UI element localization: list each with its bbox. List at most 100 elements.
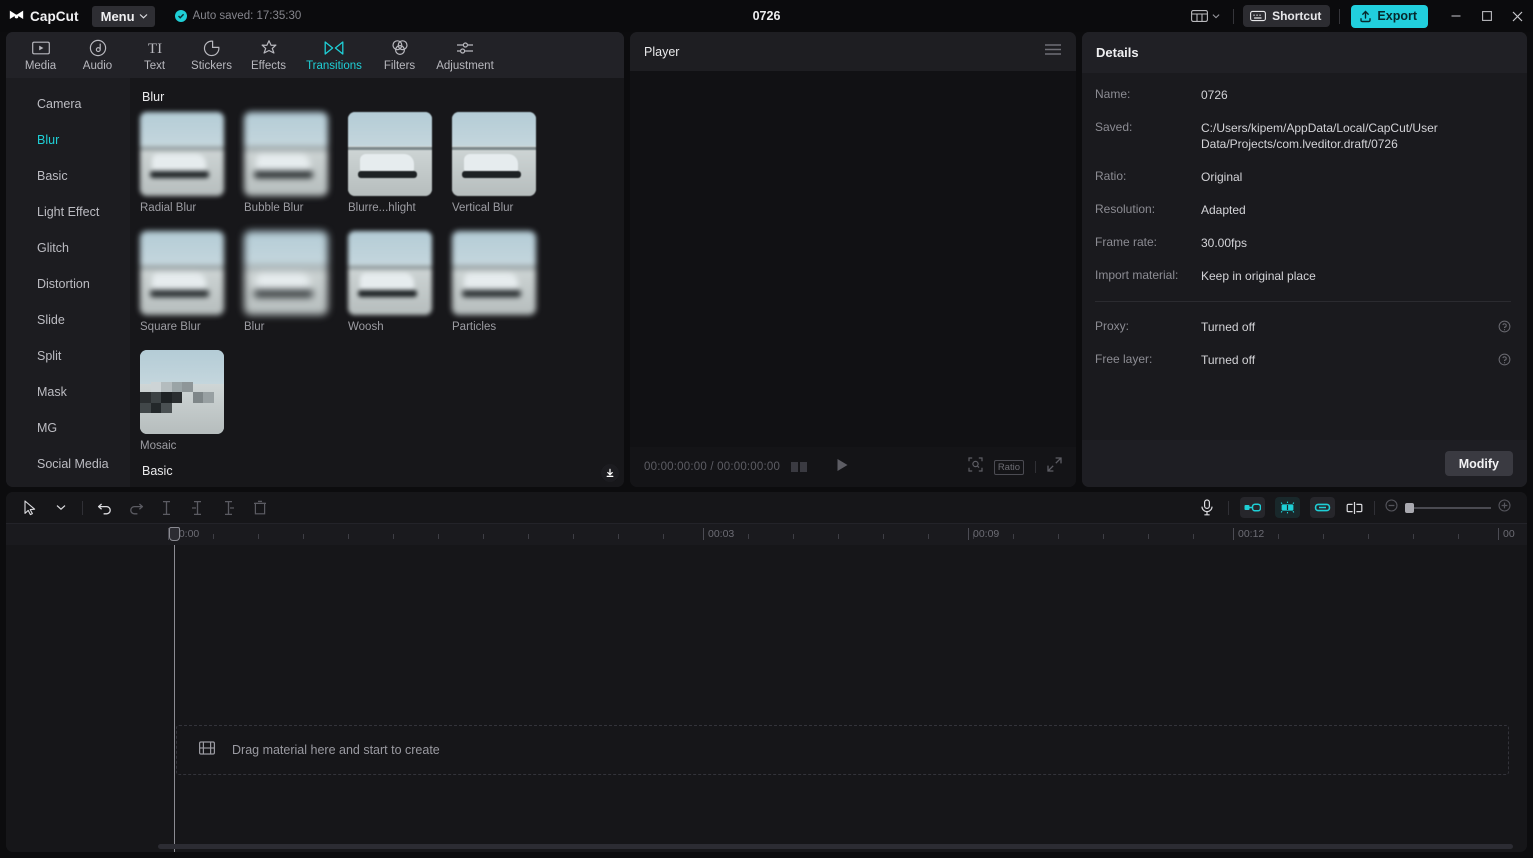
- shortcut-label: Shortcut: [1272, 9, 1321, 23]
- export-button[interactable]: Export: [1351, 5, 1428, 28]
- category-camera[interactable]: Camera: [6, 86, 130, 122]
- transition-item[interactable]: Square Blur: [140, 231, 224, 333]
- timeline-scrollbar-thumb[interactable]: [158, 844, 1513, 849]
- split-clip-button[interactable]: [1340, 492, 1368, 523]
- timeline-tracks[interactable]: Drag material here and start to create: [6, 545, 1527, 852]
- microphone-button[interactable]: [1191, 492, 1222, 523]
- auto-caption-button[interactable]: [1275, 497, 1300, 518]
- player-menu-icon[interactable]: [1044, 43, 1062, 61]
- layout-button[interactable]: [1187, 9, 1224, 23]
- undo-button[interactable]: [89, 492, 120, 523]
- link-clips-button[interactable]: [1310, 497, 1335, 518]
- delete-button[interactable]: [244, 492, 275, 523]
- shortcut-button[interactable]: Shortcut: [1243, 5, 1330, 27]
- category-social-media[interactable]: Social Media: [6, 446, 130, 482]
- category-label: Glitch: [37, 241, 69, 255]
- tab-audio[interactable]: Audio: [69, 32, 126, 72]
- category-slide[interactable]: Slide: [6, 302, 130, 338]
- split-button[interactable]: [151, 492, 182, 523]
- transition-thumbnail[interactable]: [140, 350, 224, 434]
- tab-label: Effects: [251, 60, 286, 72]
- transition-item[interactable]: Woosh: [348, 231, 432, 333]
- ratio-button[interactable]: Ratio: [994, 460, 1024, 475]
- transition-thumbnail[interactable]: [244, 231, 328, 315]
- frames-icon[interactable]: [791, 462, 808, 472]
- layout-icon: [1191, 9, 1208, 23]
- transition-item[interactable]: Mosaic: [140, 350, 224, 452]
- trim-left-button[interactable]: [182, 492, 213, 523]
- category-label: MG: [37, 421, 57, 435]
- zoom-slider[interactable]: [1385, 499, 1511, 517]
- tab-filters[interactable]: Filters: [371, 32, 428, 72]
- transition-thumbnail[interactable]: [140, 231, 224, 315]
- tab-transitions[interactable]: Transitions: [297, 32, 371, 72]
- transition-label: Woosh: [348, 321, 432, 333]
- category-label: Basic: [37, 169, 68, 183]
- category-distortion[interactable]: Distortion: [6, 266, 130, 302]
- zoom-in-icon[interactable]: [1498, 499, 1511, 517]
- select-tool-dropdown[interactable]: [45, 492, 76, 523]
- timeline-scrollbar[interactable]: [158, 844, 1513, 849]
- track-header-area: [6, 545, 126, 852]
- trim-right-button[interactable]: [213, 492, 244, 523]
- transition-thumbnail[interactable]: [348, 112, 432, 196]
- drop-zone[interactable]: Drag material here and start to create: [176, 725, 1509, 775]
- tab-effects[interactable]: Effects: [240, 32, 297, 72]
- player-panel: Player 00:00:00:00 / 00:00:00:00 Ratio: [630, 32, 1076, 487]
- transition-label: Mosaic: [140, 440, 224, 452]
- ruler-label: 00:03: [708, 528, 734, 540]
- transition-item[interactable]: Vertical Blur: [452, 112, 536, 214]
- download-icon[interactable]: [601, 464, 619, 482]
- minimize-button[interactable]: [1440, 0, 1471, 32]
- close-button[interactable]: [1502, 0, 1533, 32]
- category-blur[interactable]: Blur: [6, 122, 130, 158]
- timeline-panel: 00:00 00:03 00:09 00:12 00 00:06: [6, 492, 1527, 852]
- transition-thumbnail[interactable]: [452, 231, 536, 315]
- transition-thumbnail[interactable]: [140, 112, 224, 196]
- transition-label: Radial Blur: [140, 202, 224, 214]
- play-button[interactable]: [836, 458, 849, 477]
- transition-item[interactable]: Blurre...hlight: [348, 112, 432, 214]
- stickers-icon: [203, 38, 221, 57]
- category-basic[interactable]: Basic: [6, 158, 130, 194]
- tab-text[interactable]: TI Text: [126, 32, 183, 72]
- maximize-button[interactable]: [1471, 0, 1502, 32]
- redo-button[interactable]: [120, 492, 151, 523]
- help-icon[interactable]: [1498, 353, 1511, 371]
- transition-item[interactable]: Radial Blur: [140, 112, 224, 214]
- tab-stickers[interactable]: Stickers: [183, 32, 240, 72]
- transition-item[interactable]: Particles: [452, 231, 536, 333]
- timecode: 00:00:00:00 / 00:00:00:00: [644, 461, 780, 473]
- library-panel: Media Audio TI Text Stickers Effects: [6, 32, 624, 487]
- category-label: Camera: [37, 97, 81, 111]
- transition-thumbnail[interactable]: [348, 231, 432, 315]
- transition-item[interactable]: Bubble Blur: [244, 112, 328, 214]
- details-panel: Details Name: 0726 Saved: C:/Users/kipem…: [1082, 32, 1527, 487]
- fullscreen-icon[interactable]: [1047, 457, 1062, 477]
- playhead[interactable]: [174, 545, 175, 852]
- playhead-handle[interactable]: [169, 527, 180, 541]
- transition-thumbnail[interactable]: [452, 112, 536, 196]
- category-light-effect[interactable]: Light Effect: [6, 194, 130, 230]
- fit-screen-icon[interactable]: [968, 457, 983, 477]
- category-mg[interactable]: MG: [6, 410, 130, 446]
- menu-button[interactable]: Menu: [92, 6, 155, 27]
- tab-media[interactable]: Media: [12, 32, 69, 72]
- auto-cut-button[interactable]: [1240, 497, 1265, 518]
- zoom-slider-knob[interactable]: [1405, 503, 1414, 513]
- modify-button[interactable]: Modify: [1445, 451, 1513, 476]
- category-mask[interactable]: Mask: [6, 374, 130, 410]
- tab-adjustment[interactable]: Adjustment: [428, 32, 502, 72]
- player-stage[interactable]: [630, 71, 1076, 447]
- category-split[interactable]: Split: [6, 338, 130, 374]
- zoom-slider-track[interactable]: [1405, 507, 1491, 509]
- transition-item[interactable]: Blur: [244, 231, 328, 333]
- category-glitch[interactable]: Glitch: [6, 230, 130, 266]
- transition-thumbnail[interactable]: [244, 112, 328, 196]
- help-icon[interactable]: [1498, 320, 1511, 338]
- divider: [1035, 461, 1036, 473]
- timeline-ruler[interactable]: 00:00 00:03 00:09 00:12 00 00:06: [6, 523, 1527, 545]
- select-tool[interactable]: [14, 492, 45, 523]
- title-bar: CapCut Menu Auto saved: 17:35:30 0726: [0, 0, 1533, 32]
- zoom-out-icon[interactable]: [1385, 499, 1398, 517]
